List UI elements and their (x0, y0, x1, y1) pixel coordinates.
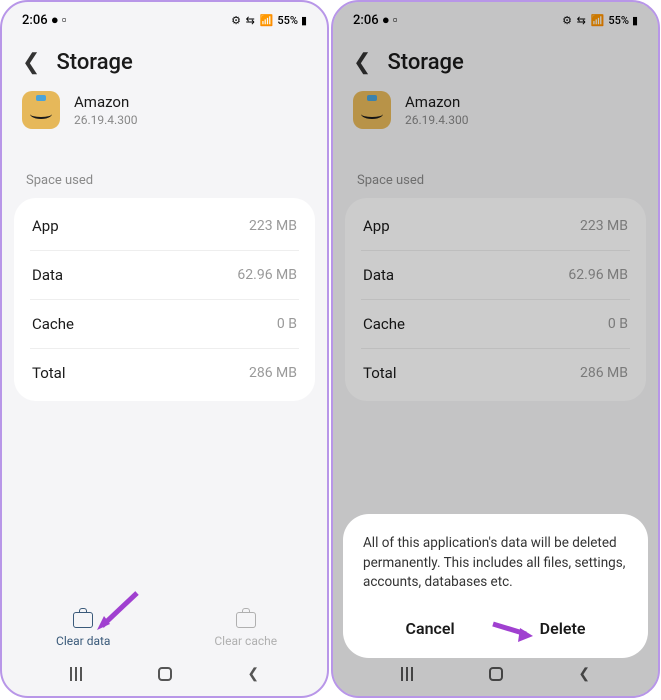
phone-screen-left: 2:06 ● ▫ ⚙ ⇆ 📶 55% ▮ ❮ Storage Amazon 26… (0, 0, 329, 698)
row-total: Total 286 MB (361, 349, 630, 397)
app-version: 26.19.4.300 (405, 113, 468, 127)
back-icon[interactable]: ❮ (353, 50, 371, 75)
section-label: Space used (2, 149, 327, 198)
confirm-dialog: All of this application's data will be d… (343, 514, 648, 658)
storage-card: App 223 MB Data 62.96 MB Cache 0 B Total… (345, 198, 646, 401)
nav-bar: ❮ (2, 654, 327, 696)
row-data: Data 62.96 MB (30, 251, 299, 300)
dialog-message: All of this application's data will be d… (363, 534, 628, 593)
clear-cache-button: Clear cache (165, 602, 328, 658)
row-cache: Cache 0 B (30, 300, 299, 349)
clear-data-icon (73, 612, 93, 628)
row-app: App 223 MB (30, 202, 299, 251)
bottom-actions: Clear data Clear cache (2, 602, 327, 658)
row-cache: Cache 0 B (361, 300, 630, 349)
header: ❮ Storage (333, 34, 658, 87)
status-time: 2:06 ● ▫ (22, 12, 67, 28)
app-version: 26.19.4.300 (74, 113, 137, 127)
amazon-app-icon (22, 91, 60, 129)
nav-bar: ❮ (333, 654, 658, 696)
status-bar: 2:06 ● ▫ ⚙ ⇆ 📶 55% ▮ (333, 2, 658, 34)
status-icons: ⚙ ⇆ 📶 55% ▮ (562, 14, 638, 27)
cancel-button[interactable]: Cancel (386, 613, 475, 644)
status-icons: ⚙ ⇆ 📶 55% ▮ (231, 14, 307, 27)
annotation-arrow (488, 606, 538, 656)
row-app: App 223 MB (361, 202, 630, 251)
storage-card: App 223 MB Data 62.96 MB Cache 0 B Total… (14, 198, 315, 401)
section-label: Space used (333, 149, 658, 198)
app-info: Amazon 26.19.4.300 (2, 87, 327, 149)
page-title: Storage (56, 50, 132, 75)
page-title: Storage (387, 50, 463, 75)
nav-recent-icon[interactable] (70, 667, 82, 681)
back-icon[interactable]: ❮ (22, 50, 40, 75)
row-data: Data 62.96 MB (361, 251, 630, 300)
status-bar: 2:06 ● ▫ ⚙ ⇆ 📶 55% ▮ (2, 2, 327, 34)
nav-recent-icon[interactable] (401, 667, 413, 681)
nav-back-icon[interactable]: ❮ (247, 666, 259, 682)
app-info: Amazon 26.19.4.300 (333, 87, 658, 149)
header: ❮ Storage (2, 34, 327, 87)
row-total: Total 286 MB (30, 349, 299, 397)
clear-cache-icon (236, 612, 256, 628)
nav-home-icon[interactable] (489, 667, 503, 681)
app-name: Amazon (74, 93, 137, 111)
nav-back-icon[interactable]: ❮ (578, 666, 590, 682)
app-name: Amazon (405, 93, 468, 111)
amazon-app-icon (353, 91, 391, 129)
annotation-arrow (92, 588, 142, 638)
nav-home-icon[interactable] (158, 667, 172, 681)
phone-screen-right: 2:06 ● ▫ ⚙ ⇆ 📶 55% ▮ ❮ Storage Amazon 26… (331, 0, 660, 698)
status-time: 2:06 ● ▫ (353, 12, 398, 28)
